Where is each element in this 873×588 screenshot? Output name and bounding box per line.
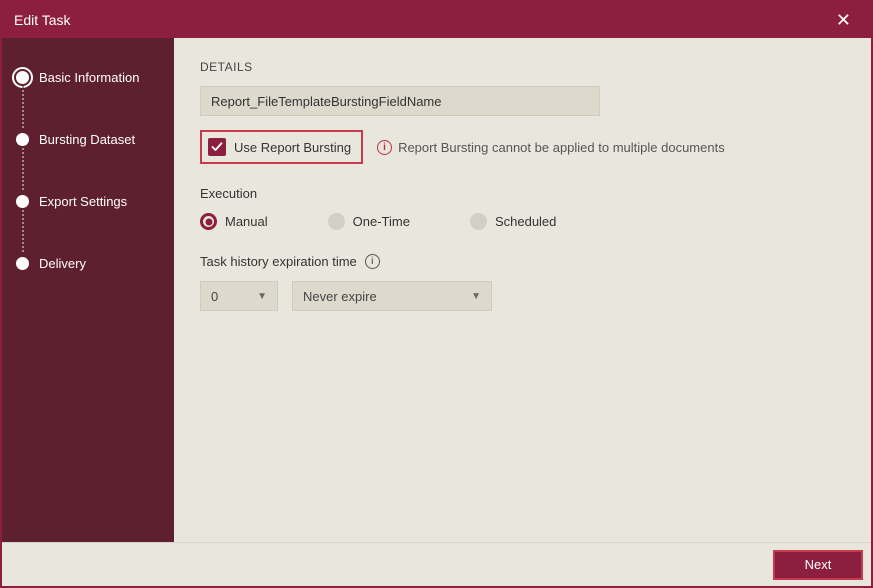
step-bullet-icon [16,133,29,146]
radio-icon [328,213,345,230]
wizard-sidebar: Basic Information Bursting Dataset Expor… [2,38,174,542]
radio-icon [470,213,487,230]
step-bullet-icon [16,195,29,208]
history-count-value: 0 [211,289,218,304]
bursting-warning-text: Report Bursting cannot be applied to mul… [398,140,725,155]
step-label: Basic Information [39,70,139,85]
dialog-window: Edit Task ✕ Basic Information Bursting D… [0,0,873,588]
check-icon [211,141,223,153]
details-heading: DETAILS [200,60,845,74]
history-label-row: Task history expiration time i [200,254,845,269]
chevron-down-icon: ▼ [257,291,267,302]
close-icon[interactable]: ✕ [828,7,859,33]
step-bursting-dataset[interactable]: Bursting Dataset [16,128,160,150]
step-basic-information[interactable]: Basic Information [16,66,160,88]
execution-radio-onetime[interactable]: One-Time [328,213,410,230]
step-delivery[interactable]: Delivery [16,252,160,274]
history-expire-select[interactable]: Never expire ▼ [292,281,492,311]
chevron-down-icon: ▼ [471,291,481,302]
dialog-body: Basic Information Bursting Dataset Expor… [2,38,871,542]
titlebar: Edit Task ✕ [2,2,871,38]
task-name-input[interactable] [200,86,600,116]
window-title: Edit Task [14,12,828,28]
step-label: Export Settings [39,194,127,209]
bursting-warning: i Report Bursting cannot be applied to m… [377,140,725,155]
execution-radio-group: Manual One-Time Scheduled [200,213,845,230]
content-pane: DETAILS Use Report Bursting i Report Bur… [174,38,871,542]
history-label: Task history expiration time [200,254,357,269]
step-bullet-icon [16,257,29,270]
dialog-footer: Next [2,542,871,586]
bursting-row: Use Report Bursting i Report Bursting ca… [200,130,845,164]
history-selects: 0 ▼ Never expire ▼ [200,281,845,311]
history-count-select[interactable]: 0 ▼ [200,281,278,311]
info-icon: i [377,140,392,155]
step-label: Delivery [39,256,86,271]
step-bullet-icon [16,71,29,84]
step-label: Bursting Dataset [39,132,135,147]
radio-icon [200,213,217,230]
radio-label: One-Time [353,214,410,229]
step-export-settings[interactable]: Export Settings [16,190,160,212]
info-icon[interactable]: i [365,254,380,269]
execution-radio-scheduled[interactable]: Scheduled [470,213,556,230]
execution-radio-manual[interactable]: Manual [200,213,268,230]
use-report-bursting-group[interactable]: Use Report Bursting [200,130,363,164]
next-button[interactable]: Next [773,550,863,580]
execution-heading: Execution [200,186,845,201]
radio-label: Scheduled [495,214,556,229]
use-report-bursting-checkbox[interactable] [208,138,226,156]
use-report-bursting-label: Use Report Bursting [234,140,351,155]
radio-label: Manual [225,214,268,229]
history-expire-value: Never expire [303,289,377,304]
